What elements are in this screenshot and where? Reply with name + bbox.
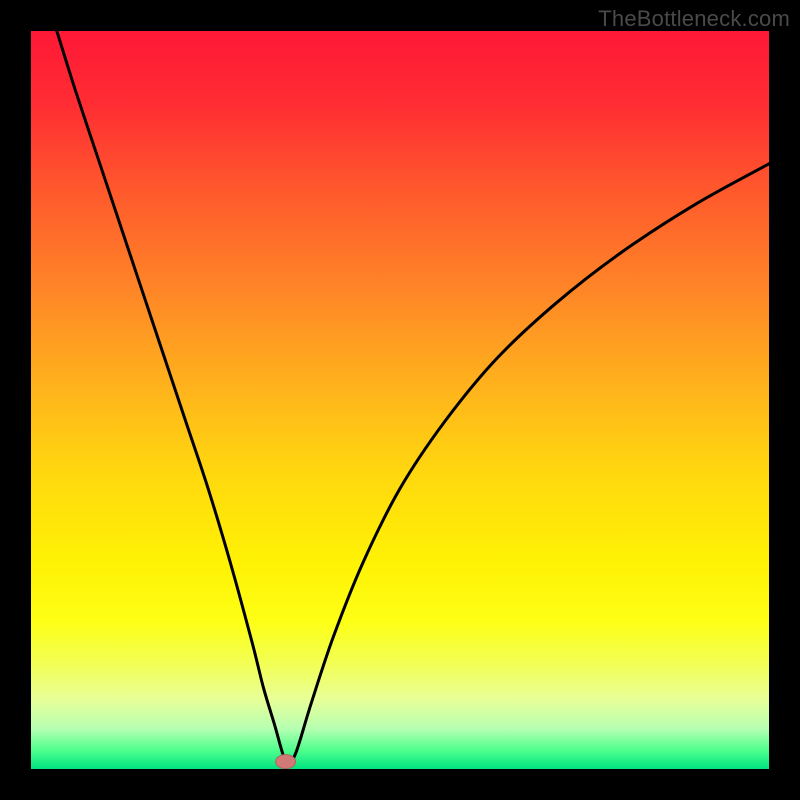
watermark-text: TheBottleneck.com (598, 6, 790, 32)
chart-frame: TheBottleneck.com (0, 0, 800, 800)
gradient-plot-svg (31, 31, 769, 769)
plot-area (31, 31, 769, 769)
gradient-background (31, 31, 769, 769)
optimum-marker (276, 755, 296, 769)
